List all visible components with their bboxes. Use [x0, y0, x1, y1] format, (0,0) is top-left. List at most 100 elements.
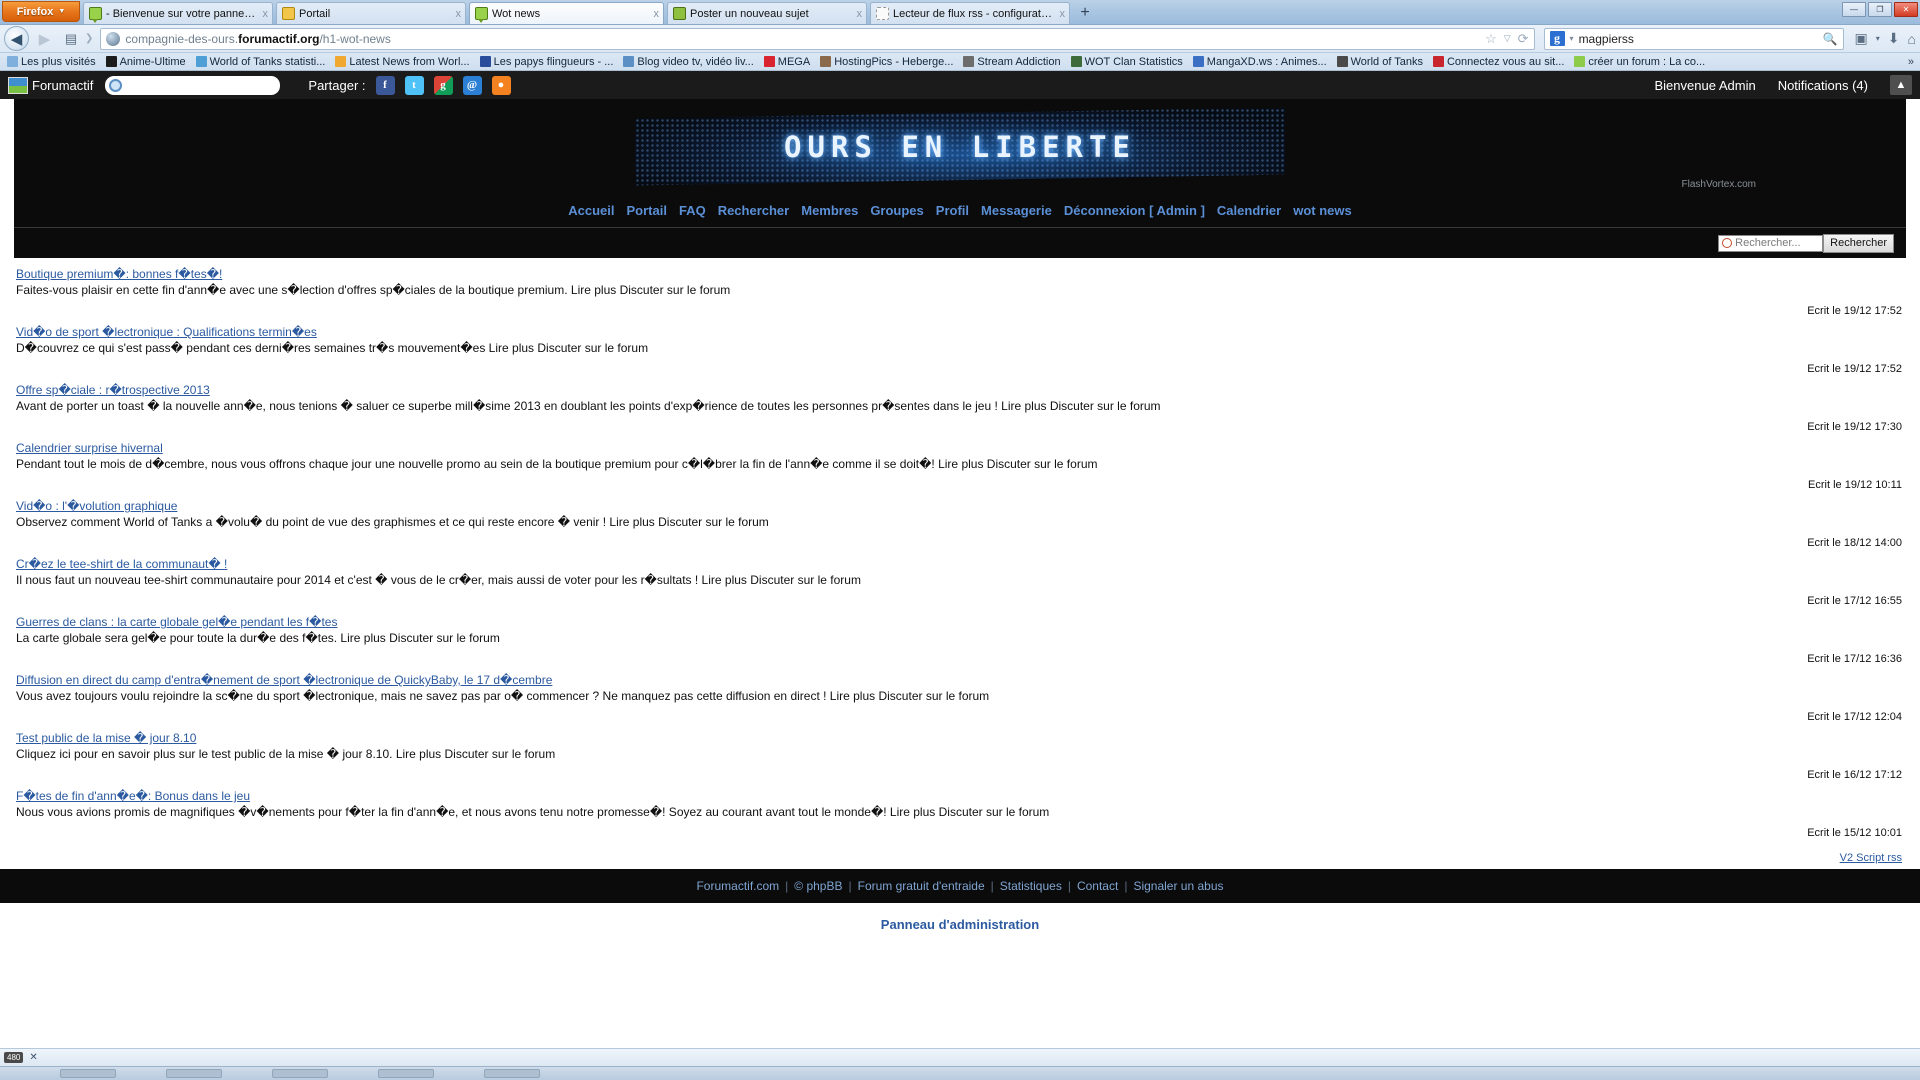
site-identity-icon[interactable]: ▤ — [60, 28, 82, 50]
rss-script-link[interactable]: V2 Script rss — [1840, 852, 1902, 864]
footer-link[interactable]: Statistiques — [1000, 879, 1062, 893]
notifications-link[interactable]: Notifications (4) — [1778, 78, 1868, 93]
browser-tab-wot-news[interactable]: Wot news x — [469, 2, 664, 24]
bookmark-item[interactable]: Blog video tv, vidéo liv... — [618, 56, 758, 68]
reload-icon[interactable]: ⟳ — [1518, 31, 1529, 47]
forum-nav-link[interactable]: FAQ — [679, 203, 706, 218]
chevron-down-icon[interactable]: ▾ — [1570, 34, 1574, 43]
taskbar-item[interactable] — [378, 1069, 434, 1078]
bookmarks-overflow-icon[interactable]: » — [1908, 56, 1918, 68]
news-title-link[interactable]: Boutique premium�: bonnes f�tes�! — [14, 264, 1906, 283]
home-icon[interactable]: ⌂ — [1908, 31, 1916, 47]
back-button[interactable]: ◀ — [4, 26, 29, 51]
news-title-link[interactable]: Guerres de clans : la carte globale gel�… — [14, 612, 1906, 631]
forumactif-logo[interactable]: Forumactif — [8, 76, 93, 94]
bookmarks-menu-icon[interactable]: ▣ — [1855, 30, 1868, 47]
downloads-icon[interactable]: ⬇ — [1888, 30, 1900, 47]
close-icon[interactable]: x — [1060, 8, 1066, 20]
close-icon[interactable]: x — [456, 8, 462, 20]
browser-tab-portail[interactable]: Portail x — [276, 2, 466, 24]
close-icon[interactable]: x — [857, 8, 863, 20]
twitter-icon[interactable]: t — [404, 75, 424, 95]
footer-link[interactable]: Forumactif.com — [696, 879, 779, 893]
firefox-menu-button[interactable]: Firefox ▼ — [2, 1, 80, 22]
taskbar-item[interactable] — [60, 1069, 116, 1078]
forum-nav-link[interactable]: Accueil — [568, 203, 614, 218]
bookmark-item[interactable]: WOT Clan Statistics — [1066, 56, 1188, 68]
news-item: Vid�o de sport �lectronique : Qualificat… — [14, 322, 1906, 375]
news-title-link[interactable]: Vid�o : l'�volution graphique — [14, 496, 1906, 515]
close-icon[interactable]: x — [654, 8, 660, 20]
news-title-link[interactable]: Vid�o de sport �lectronique : Qualificat… — [14, 322, 1906, 341]
bookmark-item[interactable]: créer un forum : La co... — [1569, 56, 1710, 68]
browser-tab-rss-config[interactable]: Lecteur de flux rss - configuration x — [870, 2, 1070, 24]
forum-nav-link[interactable]: wot news — [1293, 203, 1352, 218]
bookmark-item[interactable]: HostingPics - Heberge... — [815, 56, 958, 68]
footer-link[interactable]: Signaler un abus — [1133, 879, 1223, 893]
news-description: Cliquez ici pour en savoir plus sur le t… — [16, 747, 556, 761]
taskbar-item[interactable] — [272, 1069, 328, 1078]
news-title-link[interactable]: F�tes de fin d'ann�e�: Bonus dans le jeu — [14, 786, 1906, 805]
forum-nav-link[interactable]: Groupes — [870, 203, 923, 218]
close-window-button[interactable]: ✕ — [1894, 2, 1918, 17]
speech-bubble-icon — [475, 7, 488, 23]
news-title-link[interactable]: Calendrier surprise hivernal — [14, 438, 1906, 457]
news-title-link[interactable]: Test public de la mise � jour 8.10 — [14, 728, 1906, 747]
forum-search-input[interactable]: Rechercher... — [1718, 234, 1824, 252]
new-tab-button[interactable]: + — [1074, 2, 1096, 23]
up-arrow-icon[interactable]: ▲ — [1890, 75, 1912, 95]
footer-link[interactable]: Contact — [1077, 879, 1118, 893]
forum-nav-link[interactable]: Déconnexion [ Admin ] — [1064, 203, 1205, 218]
google-search-engine-icon[interactable]: g — [1549, 31, 1565, 46]
bookmark-item[interactable]: Les papys flingueurs - ... — [475, 56, 619, 68]
facebook-icon[interactable]: f — [375, 75, 395, 95]
search-bar[interactable]: g ▾ magpierss 🔍 — [1543, 27, 1844, 50]
bookmark-item[interactable]: World of Tanks statisti... — [191, 56, 331, 68]
bookmark-item[interactable]: MEGA — [759, 56, 815, 68]
browser-tab-poster[interactable]: Poster un nouveau sujet x — [667, 2, 867, 24]
news-title-link[interactable]: Diffusion en direct du camp d'entra�neme… — [14, 670, 1906, 689]
google-plus-icon[interactable]: g — [433, 75, 453, 95]
bookmark-item[interactable]: World of Tanks — [1332, 56, 1428, 68]
forum-nav-link[interactable]: Messagerie — [981, 203, 1052, 218]
bookmark-item[interactable]: Anime-Ultime — [101, 56, 191, 68]
banner-credit: FlashVortex.com — [1681, 179, 1756, 190]
news-title-link[interactable]: Offre sp�ciale : r�trospective 2013 — [14, 380, 1906, 399]
bookmark-label: Anime-Ultime — [119, 55, 186, 68]
chevron-down-icon[interactable]: ▾ — [1876, 34, 1880, 43]
blank-page-icon — [876, 7, 889, 20]
forum-search-button[interactable]: Rechercher — [1823, 233, 1894, 253]
admin-panel-link[interactable]: Panneau d'administration — [0, 903, 1920, 932]
rss-icon[interactable]: ● — [491, 75, 511, 95]
taskbar-item[interactable] — [166, 1069, 222, 1078]
footer-link[interactable]: © phpBB — [794, 879, 842, 893]
chevron-down-icon[interactable]: ▽ — [1504, 33, 1511, 44]
forum-nav-link[interactable]: Calendrier — [1217, 203, 1281, 218]
browser-tab-admin[interactable]: - Bienvenue sur votre panneau d'adm... x — [83, 2, 273, 24]
bookmark-item[interactable]: Les plus visités — [2, 56, 101, 68]
minimize-button[interactable]: — — [1842, 2, 1866, 17]
search-input-value[interactable]: magpierss — [1579, 32, 1634, 46]
bookmark-item[interactable]: MangaXD.ws : Animes... — [1188, 56, 1332, 68]
news-date: Ecrit le 18/12 14:00 — [1807, 537, 1902, 549]
footer-link[interactable]: Forum gratuit d'entraide — [858, 879, 985, 893]
maximize-button[interactable]: ❐ — [1868, 2, 1892, 17]
bookmark-item[interactable]: Stream Addiction — [958, 56, 1065, 68]
bookmark-item[interactable]: Latest News from Worl... — [330, 56, 474, 68]
forum-nav-link[interactable]: Rechercher — [718, 203, 790, 218]
email-icon[interactable]: @ — [462, 75, 482, 95]
bookmark-item[interactable]: Connectez vous au sit... — [1428, 56, 1569, 68]
forum-nav-link[interactable]: Profil — [936, 203, 969, 218]
forum-nav-link[interactable]: Portail — [626, 203, 666, 218]
bookmark-star-icon[interactable]: ☆ — [1485, 31, 1497, 47]
news-date: Ecrit le 19/12 10:11 — [1808, 479, 1902, 491]
taskbar-item[interactable] — [484, 1069, 540, 1078]
news-separator — [14, 478, 1906, 496]
forum-nav-link[interactable]: Membres — [801, 203, 858, 218]
close-icon[interactable]: ✕ — [29, 1052, 37, 1063]
close-icon[interactable]: x — [263, 8, 269, 20]
news-title-link[interactable]: Cr�ez le tee-shirt de la communaut� ! — [14, 554, 1906, 573]
address-bar[interactable]: compagnie-des-ours.forumactif.org/h1-wot… — [100, 27, 1535, 50]
search-icon[interactable]: 🔍 — [1823, 32, 1838, 46]
forumactif-search-input[interactable] — [105, 75, 281, 95]
